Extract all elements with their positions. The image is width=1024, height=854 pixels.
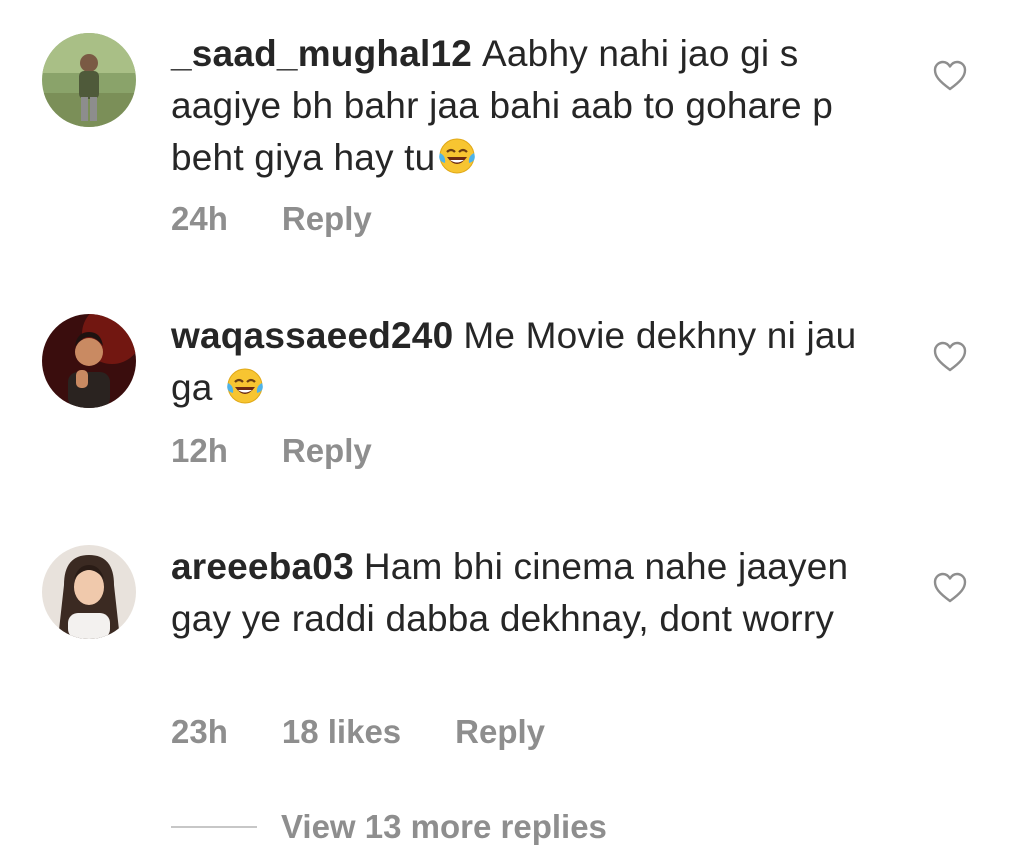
heart-outline-icon[interactable] [933, 341, 967, 373]
comment-meta: 23h 18 likes Reply [171, 713, 545, 751]
comment-text: areeeba03 Ham bhi cinema nahe jaayen gay … [171, 541, 901, 645]
view-more-replies-label: View 13 more replies [281, 808, 607, 845]
heart-outline-icon[interactable] [933, 60, 967, 92]
divider-line [171, 826, 257, 828]
comment-text: waqassaeed240 Me Movie dekhny ni jau ga [171, 310, 901, 414]
avatar[interactable] [42, 545, 136, 639]
reply-button[interactable]: Reply [282, 200, 372, 238]
comment-text: _saad_mughal12 Aabhy nahi jao gi s aagiye… [171, 28, 901, 184]
avatar[interactable] [42, 314, 136, 408]
comment-meta: 12h Reply [171, 432, 372, 470]
reply-button[interactable]: Reply [455, 713, 545, 751]
comment-meta: 24h Reply [171, 200, 372, 238]
comment-username[interactable]: areeeba03 [171, 546, 354, 587]
avatar-image [42, 33, 136, 127]
face-with-tears-of-joy-icon [227, 368, 263, 404]
comment-time: 23h [171, 713, 228, 750]
comment-time: 24h [171, 200, 228, 237]
likes-count[interactable]: 18 likes [282, 713, 401, 751]
comment-username[interactable]: waqassaeed240 [171, 315, 453, 356]
avatar-image [42, 314, 136, 408]
comment-time: 12h [171, 432, 228, 469]
view-more-replies-button[interactable]: View 13 more replies [171, 808, 607, 846]
face-with-tears-of-joy-icon [439, 138, 476, 174]
avatar-image [42, 545, 136, 639]
heart-outline-icon[interactable] [933, 572, 967, 604]
reply-button[interactable]: Reply [282, 432, 372, 470]
avatar[interactable] [42, 33, 136, 127]
comment-username[interactable]: _saad_mughal12 [171, 33, 472, 74]
